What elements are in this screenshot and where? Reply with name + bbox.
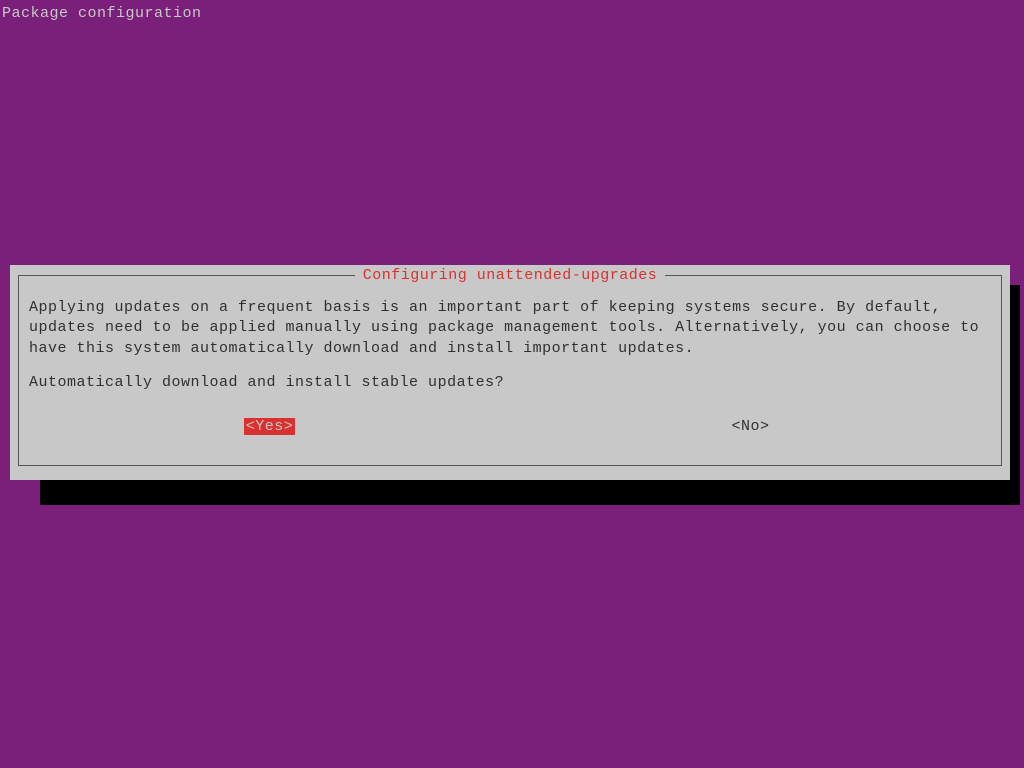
page-header: Package configuration [0,0,1024,28]
dialog-prompt: Automatically download and install stabl… [29,373,991,393]
yes-button[interactable]: <Yes> [244,418,296,435]
no-button-col: <No> [510,417,991,437]
page-title: Package configuration [2,5,202,22]
yes-button-col: <Yes> [29,417,510,437]
dialog-buttons: <Yes> <No> [29,417,991,455]
dialog: Configuring unattended-upgrades Applying… [10,265,1010,480]
dialog-frame: Configuring unattended-upgrades Applying… [18,275,1002,466]
dialog-body: Applying updates on a frequent basis is … [19,276,1001,465]
dialog-description: Applying updates on a frequent basis is … [29,298,991,359]
no-button[interactable]: <No> [731,418,769,435]
